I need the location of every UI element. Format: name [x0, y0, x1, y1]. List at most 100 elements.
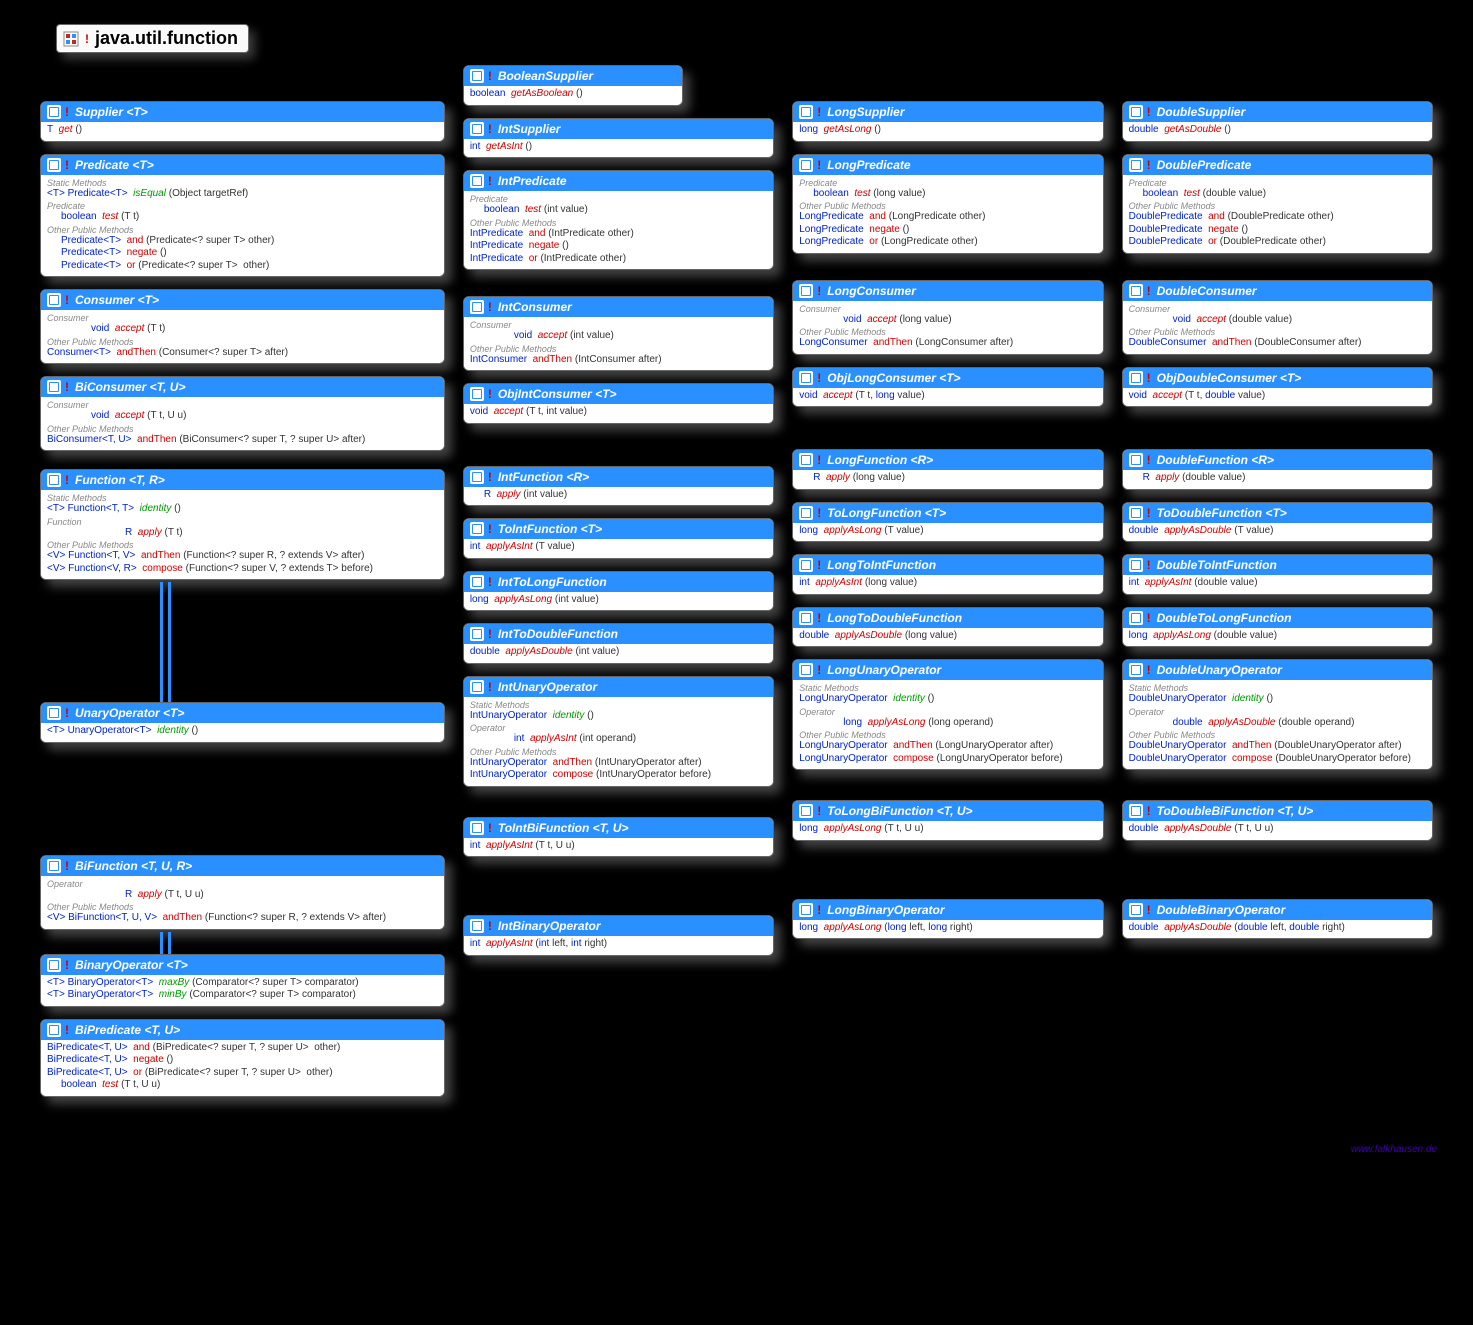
method-line: BiPredicate<T, U> and (BiPredicate<? sup… [47, 1042, 438, 1055]
box-tolongbifunction: !ToLongBiFunction <T, U> long applyAsLon… [792, 800, 1103, 841]
method-line: DoubleUnaryOperator andThen (DoubleUnary… [1129, 740, 1426, 753]
box-title: ToLongFunction <T> [827, 506, 946, 520]
box-booleansupplier: !BooleanSupplier boolean getAsBoolean () [463, 65, 683, 106]
section-label: Other Public Methods [1129, 327, 1426, 337]
section-label: Consumer [47, 313, 438, 323]
new-indicator-icon: ! [65, 706, 69, 720]
method-line: T get () [47, 124, 438, 137]
connector [40, 592, 445, 702]
method-line: Predicate<T> or (Predicate<? super T> ot… [47, 260, 438, 273]
section-label: Other Public Methods [470, 218, 767, 228]
interface-icon [470, 627, 484, 641]
box-predicate: !Predicate <T> Static Methods <T> Predic… [40, 154, 445, 278]
box-title: DoubleConsumer [1157, 284, 1257, 298]
new-indicator-icon: ! [488, 627, 492, 641]
interface-icon [799, 663, 813, 677]
interface-icon [799, 284, 813, 298]
interface-icon [1129, 804, 1143, 818]
box-longfunction: !LongFunction <R> R apply (long value) [792, 449, 1103, 490]
method-line: void accept (T t) [47, 323, 438, 336]
new-indicator-icon: ! [817, 611, 821, 625]
new-indicator-icon: ! [65, 1023, 69, 1037]
interface-icon [1129, 284, 1143, 298]
new-indicator-icon: ! [488, 69, 492, 83]
interface-icon [47, 859, 61, 873]
new-indicator-icon: ! [488, 680, 492, 694]
interface-icon [47, 158, 61, 172]
connector [40, 942, 445, 954]
section-label: Consumer [799, 304, 1096, 314]
method-line: int applyAsInt (T t, U u) [470, 840, 767, 853]
interface-icon [470, 821, 484, 835]
method-line: LongConsumer andThen (LongConsumer after… [799, 337, 1096, 350]
section-label: Predicate [470, 194, 767, 204]
method-line: Predicate<T> negate () [47, 247, 438, 260]
method-line: int getAsInt () [470, 141, 767, 154]
new-indicator-icon: ! [65, 859, 69, 873]
interface-icon [799, 371, 813, 385]
box-title: DoubleFunction <R> [1157, 453, 1274, 467]
box-title: IntToDoubleFunction [498, 627, 618, 641]
interface-icon [799, 453, 813, 467]
box-binaryoperator: !BinaryOperator <T> <T> BinaryOperator<T… [40, 954, 445, 1007]
method-line: long applyAsLong (long left, long right) [799, 922, 1096, 935]
new-indicator-icon: ! [1147, 611, 1151, 625]
method-line: <T> UnaryOperator<T> identity () [47, 725, 438, 738]
new-indicator-icon: ! [1147, 158, 1151, 172]
box-title: ToIntFunction <T> [498, 522, 602, 536]
box-title: ObjIntConsumer <T> [498, 387, 617, 401]
box-title: ToDoubleFunction <T> [1157, 506, 1287, 520]
new-indicator-icon: ! [817, 903, 821, 917]
box-title: Predicate <T> [75, 158, 154, 172]
method-line: void accept (int value) [470, 330, 767, 343]
method-line: LongUnaryOperator identity () [799, 693, 1096, 706]
new-indicator-icon: ! [65, 473, 69, 487]
new-indicator-icon: ! [1147, 663, 1151, 677]
method-line: <T> BinaryOperator<T> minBy (Comparator<… [47, 989, 438, 1002]
box-title: Supplier <T> [75, 105, 148, 119]
box-doublefunction: !DoubleFunction <R> R apply (double valu… [1122, 449, 1433, 490]
method-line: <T> Function<T, T> identity () [47, 503, 438, 516]
method-line: LongUnaryOperator andThen (LongUnaryOper… [799, 740, 1096, 753]
method-line: int applyAsInt (int operand) [470, 733, 767, 746]
interface-icon [799, 558, 813, 572]
section-label: Other Public Methods [47, 540, 438, 550]
interface-icon [47, 706, 61, 720]
box-title: ToDoubleBiFunction <T, U> [1157, 804, 1314, 818]
box-intconsumer: !IntConsumer Consumer void accept (int v… [463, 296, 774, 371]
box-title: IntPredicate [498, 174, 567, 188]
box-title: BooleanSupplier [498, 69, 593, 83]
section-label: Predicate [799, 178, 1096, 188]
section-label: Other Public Methods [799, 730, 1096, 740]
method-line: int applyAsInt (T value) [470, 541, 767, 554]
new-indicator-icon: ! [65, 158, 69, 172]
box-title: IntSupplier [498, 122, 561, 136]
method-line: int applyAsInt (double value) [1129, 577, 1426, 590]
box-bipredicate: !BiPredicate <T, U> BiPredicate<T, U> an… [40, 1019, 445, 1097]
new-indicator-icon: ! [488, 174, 492, 188]
method-line: double applyAsDouble (int value) [470, 646, 767, 659]
method-line: R apply (T t, U u) [47, 889, 438, 902]
box-title: LongBinaryOperator [827, 903, 944, 917]
box-tointfunction: !ToIntFunction <T> int applyAsInt (T val… [463, 518, 774, 559]
box-title: LongPredicate [827, 158, 910, 172]
box-title: IntBinaryOperator [498, 919, 601, 933]
interface-icon [470, 69, 484, 83]
box-title: DoubleToIntFunction [1157, 558, 1277, 572]
interface-icon [799, 903, 813, 917]
box-title: IntFunction <R> [498, 470, 589, 484]
new-indicator-icon: ! [488, 470, 492, 484]
box-objdoubleconsumer: !ObjDoubleConsumer <T> void accept (T t,… [1122, 367, 1433, 408]
section-label: Consumer [470, 320, 767, 330]
box-longpredicate: !LongPredicate Predicate boolean test (l… [792, 154, 1103, 254]
method-line: <T> BinaryOperator<T> maxBy (Comparator<… [47, 977, 438, 990]
new-indicator-icon: ! [1147, 558, 1151, 572]
section-label: Other Public Methods [470, 344, 767, 354]
method-line: void accept (double value) [1129, 314, 1426, 327]
method-line: <V> Function<T, V> andThen (Function<? s… [47, 550, 438, 563]
method-line: double applyAsDouble (long value) [799, 630, 1096, 643]
method-line: DoublePredicate and (DoublePredicate oth… [1129, 211, 1426, 224]
method-line: double applyAsDouble (double operand) [1129, 717, 1426, 730]
method-line: IntConsumer andThen (IntConsumer after) [470, 354, 767, 367]
method-line: IntUnaryOperator identity () [470, 710, 767, 723]
